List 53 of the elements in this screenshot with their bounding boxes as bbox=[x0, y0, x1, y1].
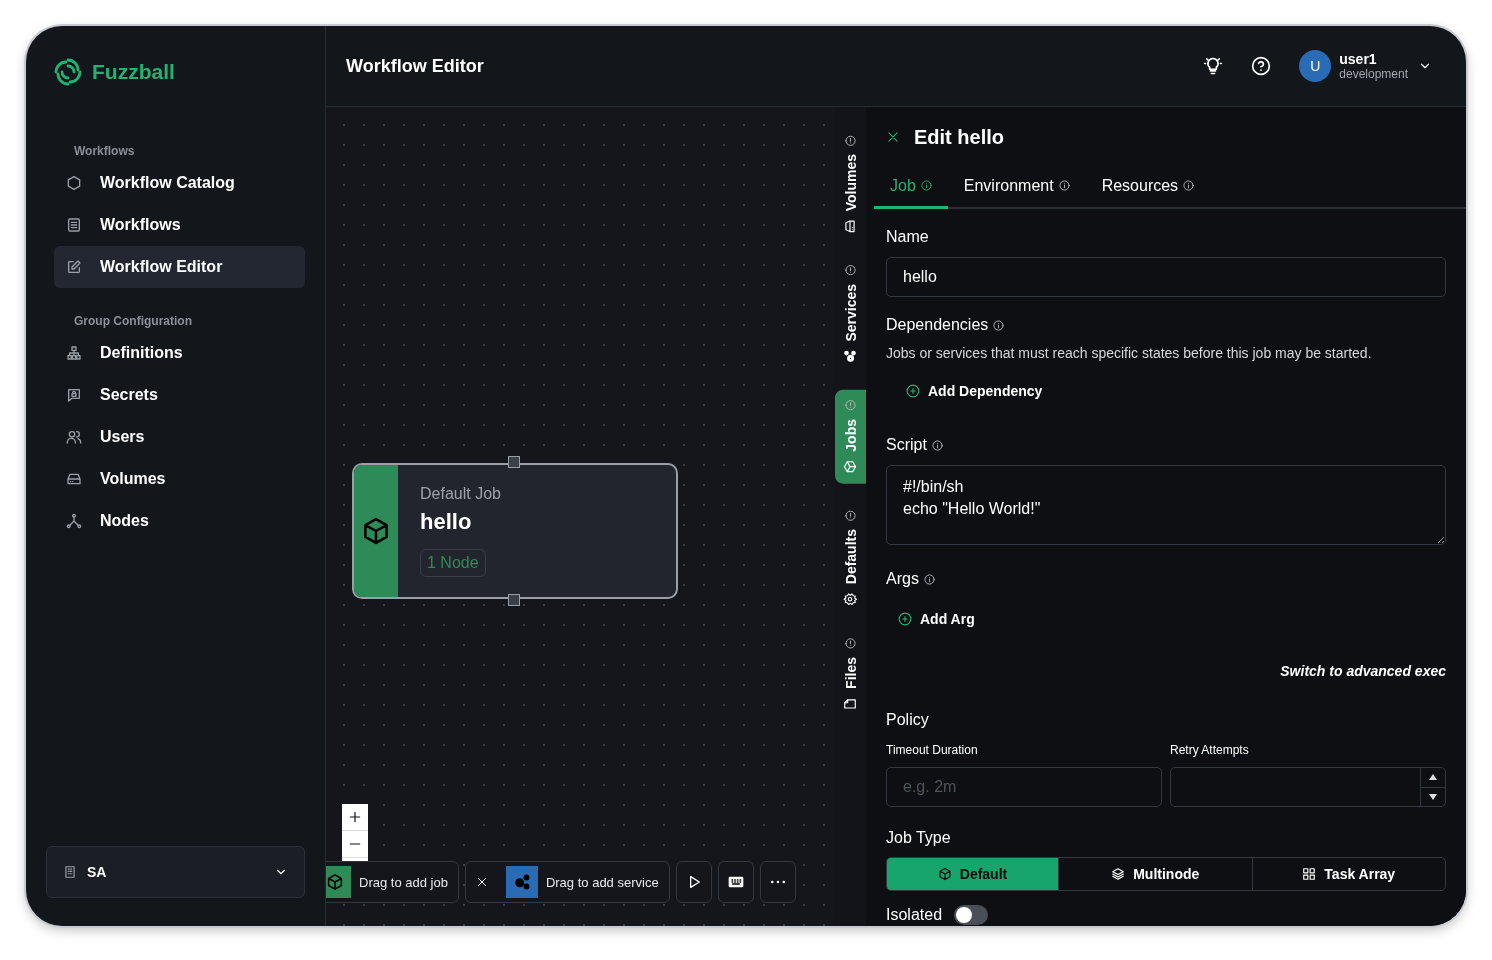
section-heading: Policy bbox=[886, 711, 930, 729]
sidebar-item[interactable]: Volumes bbox=[54, 458, 305, 500]
side-tab[interactable]: Jobs bbox=[835, 389, 866, 484]
field-label: Isolated bbox=[886, 906, 943, 924]
user-avatar[interactable]: U bbox=[1299, 50, 1332, 82]
job-type-option[interactable]: Multinode bbox=[1059, 858, 1253, 890]
sidebar-item[interactable]: Workflow Editor bbox=[54, 246, 305, 288]
field-label: Args bbox=[886, 570, 919, 588]
palette-label: Drag to add service bbox=[545, 874, 659, 890]
sidebar-item[interactable]: Definitions bbox=[54, 332, 305, 374]
section-heading: Job Type bbox=[886, 829, 952, 847]
job-type-option[interactable]: Task Array bbox=[1252, 858, 1445, 890]
name-field[interactable]: hello bbox=[886, 257, 1446, 297]
account-name: SA bbox=[87, 864, 107, 880]
user-name: user1 bbox=[1339, 51, 1378, 67]
sidebar-item[interactable]: Workflows bbox=[54, 204, 305, 246]
field-label: Script bbox=[886, 436, 927, 454]
page-title: Workflow Editor bbox=[346, 55, 485, 77]
section-heading: Workflows bbox=[73, 143, 136, 160]
sidebar-item[interactable]: Users bbox=[54, 416, 305, 458]
node-type-label: Default Job bbox=[420, 485, 501, 503]
help-text: Jobs or services that must reach specific states before this job may be started. bbox=[886, 345, 1373, 361]
script-field[interactable]: #!/bin/sh echo "Hello World!" bbox=[886, 465, 1446, 545]
side-tab[interactable]: Files bbox=[835, 631, 866, 717]
sidebar-item[interactable]: Nodes bbox=[54, 500, 305, 542]
brand-name: Fuzzball bbox=[92, 60, 175, 84]
add-dependency-button[interactable]: Add Dependency bbox=[906, 379, 1043, 403]
node-name: hello bbox=[420, 509, 472, 535]
section-heading: Group Configuration bbox=[73, 313, 193, 330]
side-tab[interactable]: Volumes bbox=[835, 129, 866, 240]
account-switcher[interactable]: SA bbox=[46, 846, 305, 898]
job-type-option[interactable]: Default bbox=[887, 858, 1059, 890]
service-palette[interactable]: Drag to add service bbox=[464, 861, 670, 903]
field-label: Name bbox=[886, 228, 929, 246]
panel-title: Edit hello bbox=[914, 125, 1004, 149]
sidebar-item[interactable]: Workflow Catalog bbox=[54, 162, 305, 204]
field-label: Dependencies bbox=[886, 316, 989, 334]
palette-label: Drag to add job bbox=[359, 874, 448, 890]
add-arg-button[interactable]: Add Arg bbox=[898, 607, 975, 631]
field-label: Retry Attempts bbox=[1170, 743, 1250, 757]
side-tab[interactable]: Defaults bbox=[835, 503, 866, 612]
tab[interactable]: Environment bbox=[947, 165, 1086, 209]
side-tab[interactable]: Services bbox=[835, 259, 866, 370]
user-environment: development bbox=[1339, 67, 1408, 81]
advanced-exec-link[interactable]: Switch to advanced exec bbox=[1280, 663, 1446, 679]
tab[interactable]: Resources bbox=[1085, 165, 1211, 209]
tab[interactable]: Job bbox=[874, 165, 948, 209]
node-count-badge: 1 Node bbox=[420, 549, 486, 577]
job-node[interactable]: Default Job hello 1 Node bbox=[352, 463, 678, 599]
sidebar-item[interactable]: Secrets bbox=[54, 374, 305, 416]
timeout-field[interactable]: e.g. 2m bbox=[886, 767, 1162, 807]
job-palette[interactable]: Drag to add job bbox=[326, 861, 459, 903]
field-label: Timeout Duration bbox=[886, 743, 979, 757]
